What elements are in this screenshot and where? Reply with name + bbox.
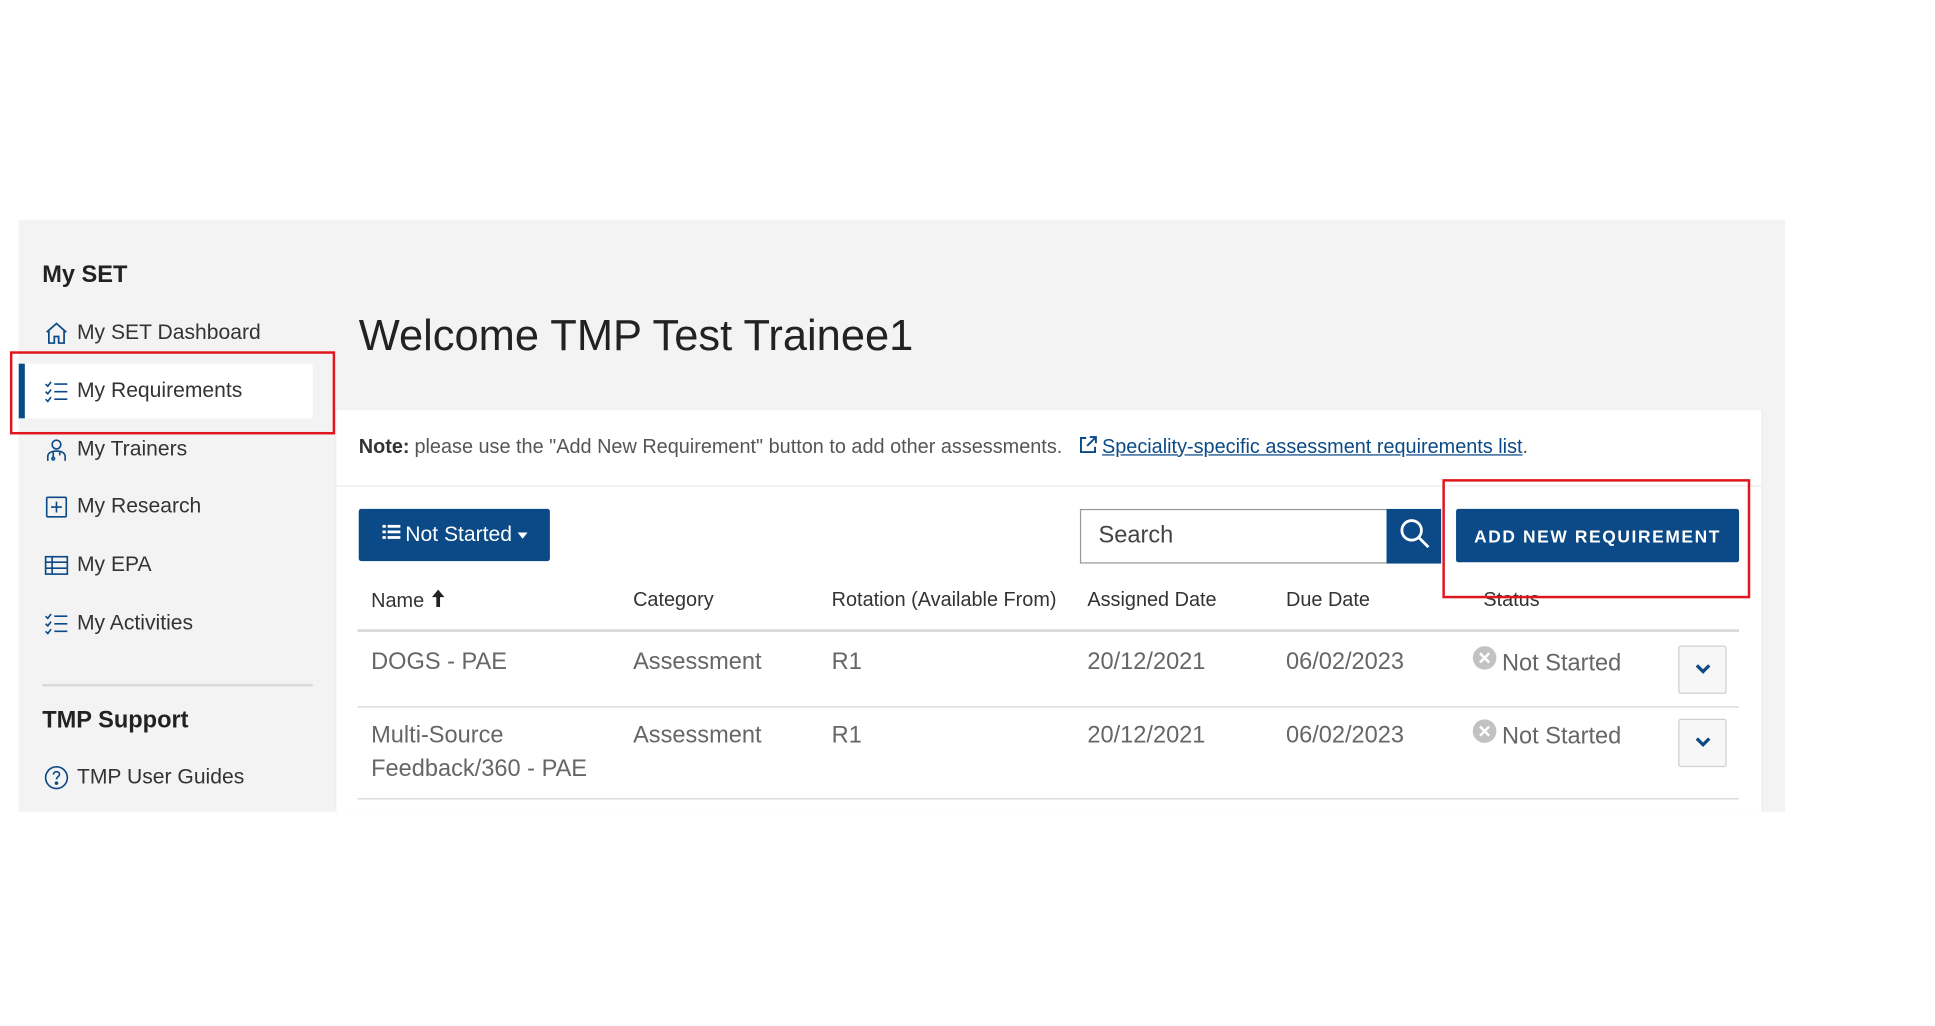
cell-rotation: R1 xyxy=(831,722,862,749)
column-header-status[interactable]: Status xyxy=(1483,590,1539,612)
research-icon xyxy=(42,493,69,520)
status-filter-label: Not Started xyxy=(405,522,513,547)
page-panel: My SET My SET Dashboard My Requirements … xyxy=(18,219,1785,812)
status-filter-dropdown[interactable]: Not Started xyxy=(358,508,550,562)
sidebar-item-my-activities[interactable]: My Activities xyxy=(42,596,313,651)
trainer-icon xyxy=(42,436,69,463)
cell-assigned-date: 20/12/2021 xyxy=(1087,722,1206,749)
row-divider xyxy=(357,706,1740,708)
status-text: Not Started xyxy=(1501,649,1622,676)
add-new-requirement-button[interactable]: ADD NEW REQUIREMENT xyxy=(1456,508,1740,563)
column-header-category[interactable]: Category xyxy=(633,590,714,612)
list-icon xyxy=(381,523,406,548)
column-header-label: Name xyxy=(371,590,425,612)
cell-due-date: 06/02/2023 xyxy=(1285,649,1405,676)
column-header-name[interactable]: Name xyxy=(371,589,445,614)
checklist-icon xyxy=(42,609,69,636)
requirements-card: Note: please use the "Add New Requiremen… xyxy=(336,409,1762,812)
column-header-due-date[interactable]: Due Date xyxy=(1286,590,1370,612)
column-header-label: Status xyxy=(1483,589,1540,611)
chevron-down-icon xyxy=(1694,659,1711,681)
column-header-label: Rotation (Available From) xyxy=(831,589,1057,611)
cell-assigned-date: 20/12/2021 xyxy=(1087,649,1206,676)
sidebar-item-my-epa[interactable]: My EPA xyxy=(42,537,313,592)
note-link-suffix: . xyxy=(1522,436,1529,458)
sidebar-item-label: My Requirements xyxy=(76,378,243,403)
cell-name-line: Feedback/360 - PAE xyxy=(371,755,588,783)
cell-name: DOGS - PAE xyxy=(371,649,508,676)
note-text: please use the "Add New Requirement" but… xyxy=(414,436,1063,458)
checklist-icon xyxy=(42,377,69,404)
column-header-assigned-date[interactable]: Assigned Date xyxy=(1087,590,1216,612)
cell-category: Assessment xyxy=(633,722,762,749)
not-started-icon xyxy=(1472,645,1502,680)
speciality-requirements-link-text: Speciality-specific assessment requireme… xyxy=(1102,436,1523,458)
table-header-divider xyxy=(357,629,1740,632)
column-header-label: Assigned Date xyxy=(1087,589,1217,611)
sidebar-item-label: My Research xyxy=(76,494,202,518)
sidebar-item-my-requirements[interactable]: My Requirements xyxy=(18,363,313,419)
sidebar-item-label: My SET Dashboard xyxy=(76,320,261,344)
support-section-title: TMP Support xyxy=(42,707,189,734)
sidebar-item-label: My EPA xyxy=(76,552,152,576)
chevron-down-icon xyxy=(1694,732,1711,754)
external-link-icon xyxy=(1077,434,1102,461)
cell-rotation: R1 xyxy=(831,649,862,676)
cell-status: Not Started xyxy=(1472,645,1621,680)
sidebar-item-my-research[interactable]: My Research xyxy=(42,479,313,534)
sidebar-divider xyxy=(42,683,313,687)
search-button[interactable] xyxy=(1386,508,1442,564)
sort-ascending-icon xyxy=(424,589,445,614)
expand-row-button[interactable] xyxy=(1678,718,1727,768)
not-started-icon xyxy=(1472,719,1502,754)
sidebar-item-my-set-dashboard[interactable]: My SET Dashboard xyxy=(42,305,313,360)
page-title: Welcome TMP Test Trainee1 xyxy=(358,311,914,360)
cell-due-date: 06/02/2023 xyxy=(1285,722,1405,749)
search-icon xyxy=(1397,516,1431,556)
expand-row-button[interactable] xyxy=(1678,645,1727,694)
speciality-requirements-link[interactable]: Speciality-specific assessment requireme… xyxy=(1077,434,1523,461)
sidebar-item-my-trainers[interactable]: My Trainers xyxy=(42,422,313,477)
search-input[interactable] xyxy=(1079,508,1387,564)
sidebar-item-tmp-user-guides[interactable]: TMP User Guides xyxy=(42,750,313,805)
cell-status: Not Started xyxy=(1472,719,1621,754)
cell-name: Multi-Source Feedback/360 - PAE xyxy=(371,719,587,786)
note-label: Note: xyxy=(358,436,410,458)
home-icon xyxy=(42,319,69,346)
column-header-label: Category xyxy=(633,589,714,611)
cell-name-line: Multi-Source xyxy=(371,722,504,749)
column-header-rotation[interactable]: Rotation (Available From) xyxy=(832,590,1057,612)
sidebar-section-title: My SET xyxy=(42,261,128,288)
sidebar-item-label: My Activities xyxy=(76,610,194,635)
column-header-label: Due Date xyxy=(1285,589,1370,611)
sidebar-item-label: My Trainers xyxy=(76,436,188,461)
status-text: Not Started xyxy=(1501,723,1622,750)
cell-category: Assessment xyxy=(633,649,762,676)
help-circle-icon xyxy=(42,763,69,790)
table-icon xyxy=(42,551,69,578)
caret-down-icon xyxy=(517,531,527,539)
row-divider xyxy=(357,798,1740,800)
note-banner: Note: please use the "Add New Requiremen… xyxy=(336,410,1762,487)
sidebar-item-label: TMP User Guides xyxy=(76,764,245,789)
